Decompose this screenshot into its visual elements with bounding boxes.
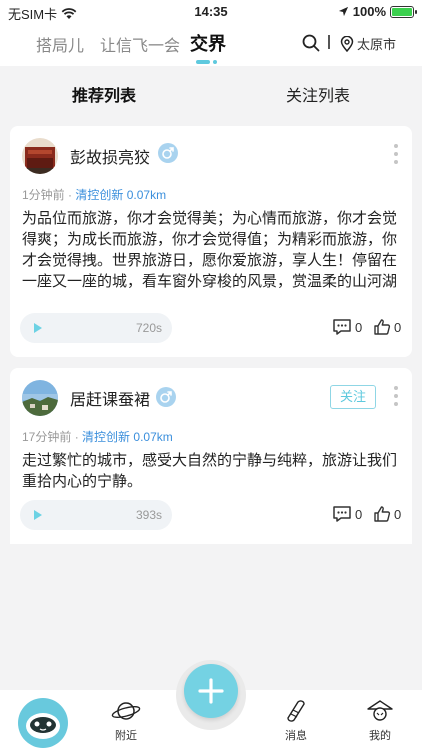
location-arrow-icon [338,6,348,17]
tab-dajuer[interactable]: 搭局儿 [36,32,84,56]
play-icon [34,510,42,520]
audio-player[interactable]: 393s [20,500,172,530]
meta-dot: · [74,430,79,444]
nav-nearby[interactable]: 附近 [106,698,146,743]
top-nav: 搭局儿 让信飞一会 交界 太原市 [0,24,422,66]
nav-separator [328,35,330,49]
nav-messages[interactable]: 消息 [276,698,316,743]
comment-button[interactable]: 0 [332,318,362,336]
distance: 0.07km [133,430,173,444]
avatar[interactable] [22,138,58,174]
post-meta: 1分钟前 · 清控创新 0.07km [22,186,166,203]
avatar[interactable] [22,380,58,416]
battery-icon [390,5,417,18]
location-selector[interactable]: 太原市 [340,34,396,53]
nav-messages-label: 消息 [285,730,307,742]
thumbs-up-icon [374,506,391,522]
scroll-icon [287,700,305,722]
location-tag[interactable]: 清控创新 [82,430,130,444]
post-card[interactable]: 居赶课蚕裙 关注 17分钟前 · 清控创新 0.07km 走过繁忙的城市，感受大… [10,368,412,544]
audio-duration: 720s [135,321,162,335]
male-icon [158,143,178,163]
thumbs-up-icon [374,319,391,335]
tab-jiaojie[interactable]: 交界 [190,30,226,56]
post-content: 走过繁忙的城市，感受大自然的宁静与纯粹，旅游让我们重拾内心的宁静。 [22,452,398,490]
mascot-icon [26,713,60,739]
nav-profile[interactable]: 我的 [360,698,400,743]
comment-icon [333,506,351,522]
time-ago: 17分钟前 [22,430,72,444]
more-options-icon[interactable] [394,386,398,410]
comment-icon [333,319,351,335]
status-bar: 无SIM卡 14:35 100% [0,0,422,24]
time-ago: 1分钟前 [22,188,65,202]
comment-count: 0 [355,506,363,522]
active-tab-indicator [196,60,218,64]
sub-tabs: 推荐列表 关注列表 [0,66,422,116]
tab-recommended[interactable]: 推荐列表 [72,82,136,106]
username[interactable]: 彭故损亮狡 [70,144,150,168]
male-icon [156,387,176,407]
nav-profile-label: 我的 [369,730,391,742]
audio-player[interactable]: 720s [20,313,172,343]
play-icon [34,323,42,333]
battery-percent: 100% [352,4,386,19]
tab-rangxin[interactable]: 让信飞一会 [100,32,180,56]
location-label: 太原市 [357,37,397,52]
add-icon [184,664,238,718]
hat-person-icon [367,700,393,721]
tab-following[interactable]: 关注列表 [286,82,350,106]
post-card[interactable]: 彭故损亮狡 1分钟前 · 清控创新 0.07km 为品位而旅游，你才会觉得美；为… [10,126,412,357]
post-content: 为品位而旅游，你才会觉得美；为心情而旅游，你才会觉得爽；为成长而旅游，你才会觉得… [22,210,398,290]
map-pin-icon [340,35,354,52]
like-count: 0 [394,506,402,522]
battery-fill [392,7,412,16]
post-meta: 17分钟前 · 清控创新 0.07km [22,428,173,445]
distance: 0.07km [126,188,167,202]
like-button[interactable]: 0 [373,318,401,336]
like-count: 0 [394,319,402,335]
planet-icon [111,702,141,720]
follow-button[interactable]: 关注 [330,385,376,409]
comment-count: 0 [355,319,363,335]
username[interactable]: 居赶课蚕裙 [70,386,150,410]
like-button[interactable]: 0 [373,505,401,523]
comment-button[interactable]: 0 [332,505,362,523]
meta-dot: · [68,188,73,202]
more-options-icon[interactable] [394,144,398,168]
search-icon[interactable] [302,34,320,52]
location-tag[interactable]: 清控创新 [75,188,123,202]
home-button[interactable] [18,698,68,748]
nav-nearby-label: 附近 [115,730,137,742]
create-post-button[interactable] [176,660,246,730]
audio-duration: 393s [135,508,162,522]
status-right: 100% [338,4,417,19]
